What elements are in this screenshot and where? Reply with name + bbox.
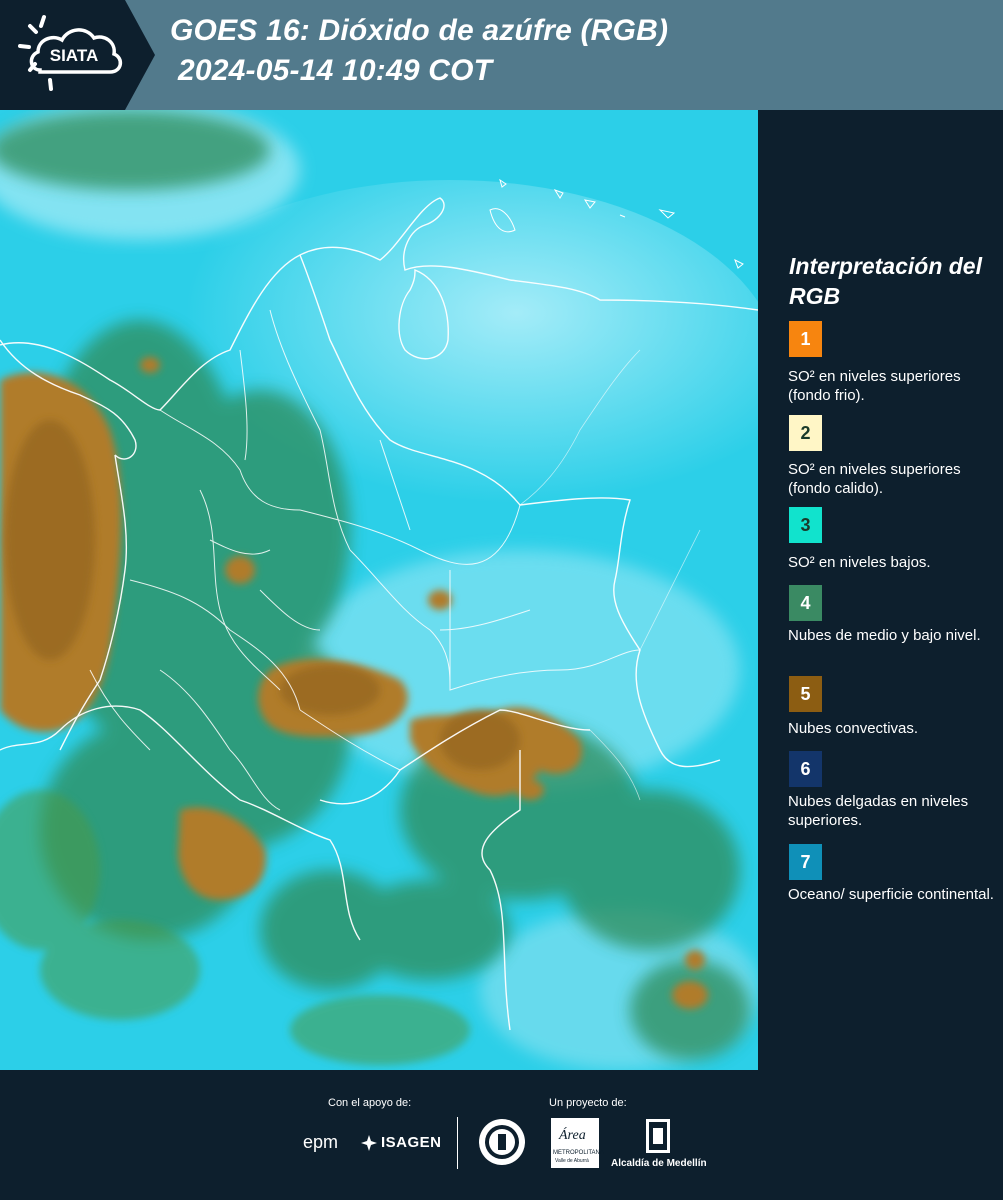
area-metropolitana-logo: Área METROPOLITANA Valle de Aburrá (551, 1118, 604, 1168)
legend-swatch-2: 2 (789, 415, 822, 451)
legend-text-4: Nubes de medio y bajo nivel. (788, 627, 981, 644)
page-timestamp: 2024-05-14 10:49 COT (178, 54, 493, 87)
isagen-icon (360, 1134, 378, 1157)
logo-text: SIATA (50, 46, 98, 65)
legend-text-2: SO² en niveles superiores (fondo calido)… (788, 461, 961, 497)
alcaldia-label: Alcaldía de Medellín (611, 1158, 707, 1169)
epm-logo: epm (303, 1132, 339, 1152)
alcaldia-shield-icon (645, 1118, 671, 1159)
medellin-seal-icon (478, 1118, 526, 1171)
page-title: GOES 16: Dióxido de azúfre (RGB) (170, 14, 669, 47)
legend-text-1: SO² en niveles superiores (fondo frio). (788, 368, 961, 404)
legend-title: Interpretación del RGB (789, 253, 982, 309)
footer: Con el apoyo de: Un proyecto de: epm ISA… (0, 1070, 1003, 1200)
legend-swatch-3: 3 (789, 507, 822, 543)
legend-swatch-6: 6 (789, 751, 822, 787)
legend-swatch-5: 5 (789, 676, 822, 712)
legend-text-7: Oceano/ superficie continental. (788, 886, 994, 903)
legend-text-6: Nubes delgadas en niveles superiores. (788, 793, 969, 829)
legend-swatch-1: 1 (789, 321, 822, 357)
header-bar: SIATA GOES 16: Dióxido de azúfre (RGB) 2… (0, 0, 1003, 110)
isagen-logo: ISAGEN (381, 1134, 442, 1151)
legend-swatch-4: 4 (789, 585, 822, 621)
siata-logo: SIATA (0, 0, 155, 110)
project-label: Un proyecto de: (549, 1097, 627, 1109)
support-label: Con el apoyo de: (328, 1097, 412, 1109)
legend-text-5: Nubes convectivas. (788, 720, 919, 737)
legend-panel: Interpretación del RGB 1 SO² en niveles … (758, 110, 1003, 1070)
satellite-map (0, 110, 758, 1070)
footer-divider (457, 1117, 458, 1169)
legend-text-3: SO² en niveles bajos. (788, 554, 931, 571)
legend-swatch-7: 7 (789, 844, 822, 880)
